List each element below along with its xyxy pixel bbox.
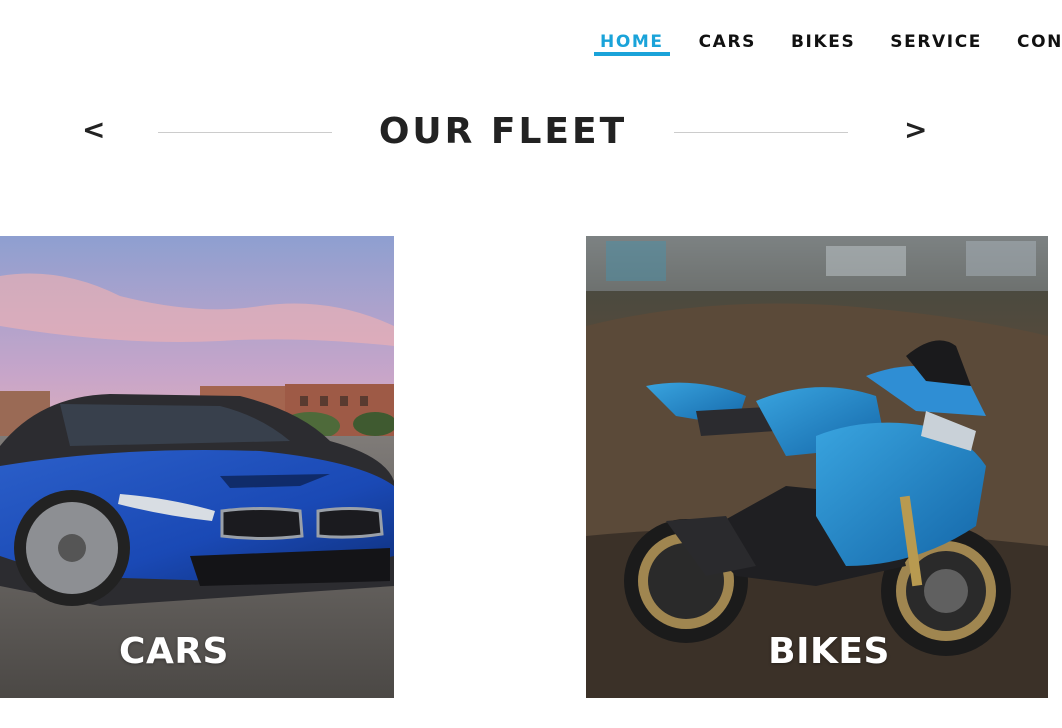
motorcycle-photo [586, 236, 1048, 698]
main-nav: HOME CARS BIKES SERVICE CON [594, 28, 1062, 58]
nav-item-contact[interactable]: CON [1011, 28, 1062, 56]
car-photo [0, 236, 394, 698]
next-arrow-button[interactable]: > [904, 116, 927, 144]
card-label-cars: CARS [119, 631, 229, 672]
title-divider-right [674, 132, 848, 133]
nav-item-home[interactable]: HOME [594, 28, 670, 56]
nav-item-service[interactable]: SERVICE [884, 28, 988, 56]
fleet-header: < OUR FLEET > [0, 104, 1062, 164]
fleet-card-cars[interactable]: CARS [0, 236, 394, 698]
prev-arrow-button[interactable]: < [82, 116, 105, 144]
section-title: OUR FLEET [378, 111, 628, 152]
nav-item-cars[interactable]: CARS [693, 28, 762, 56]
fleet-card-bikes[interactable]: BIKES [586, 236, 1048, 698]
card-label-bikes: BIKES [768, 631, 890, 672]
nav-item-bikes[interactable]: BIKES [785, 28, 861, 56]
title-divider-left [158, 132, 332, 133]
